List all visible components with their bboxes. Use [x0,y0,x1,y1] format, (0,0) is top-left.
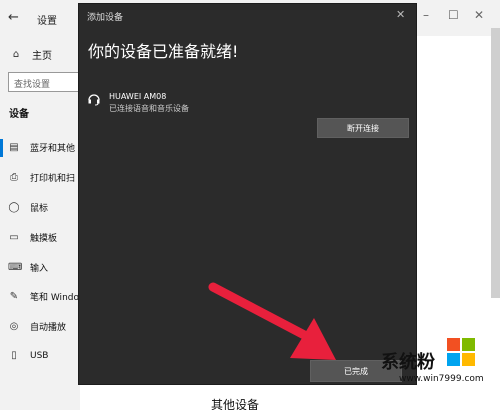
sidebar-item-bluetooth[interactable]: ▤ 蓝牙和其他 [8,141,76,155]
sidebar-item-typing[interactable]: ⌨ 输入 [8,261,49,275]
dialog-title: 添加设备 [87,13,124,23]
home-icon: ⌂ [12,48,20,60]
sidebar-item-label: 鼠标 [30,204,49,214]
disconnect-label: 断开连接 [347,123,379,133]
bluetooth-icon: ▤ [9,141,19,153]
sidebar-item-label: 触摸板 [30,234,58,244]
home-nav-item[interactable]: ⌂ 主页 [10,47,52,63]
printer-icon: ⎙ [10,171,18,183]
sidebar-item-label: 输入 [30,264,49,274]
back-arrow-icon[interactable]: ← [8,10,19,25]
sidebar-item-label: 蓝牙和其他 [30,144,76,154]
watermark-url: www.win7999.com [399,374,484,384]
disconnect-button[interactable]: 断开连接 [317,118,409,138]
pen-icon: ✎ [9,290,19,302]
other-devices-heading: 其他设备 [211,398,260,410]
sidebar-item-mouse[interactable]: ◯ 鼠标 [8,201,49,215]
done-label: 已完成 [344,366,368,376]
maximize-icon[interactable]: ☐ [448,8,459,22]
autoplay-icon: ◎ [9,320,19,332]
usb-icon: ▯ [11,350,17,361]
dialog-heading: 你的设备已准备就绪! [88,42,239,61]
home-label: 主页 [32,51,52,62]
windows-logo-icon [447,338,475,366]
sidebar-item-usb[interactable]: ▯ USB [8,350,48,362]
sidebar-item-label: 自动播放 [30,323,67,333]
touchpad-icon: ▭ [9,231,19,243]
sidebar-item-printers[interactable]: ⎙ 打印机和扫 [8,171,76,185]
dialog-titlebar: 添加设备 ✕ [79,4,418,26]
add-device-dialog: 添加设备 ✕ 你的设备已准备就绪! HUAWEI AM08 已连接语音和音乐设备… [78,3,417,385]
sidebar-item-label: USB [30,351,49,361]
sidebar-item-autoplay[interactable]: ◎ 自动播放 [8,320,67,334]
keyboard-icon: ⌨ [8,261,23,273]
sidebar-item-label: 打印机和扫 [30,174,76,184]
scrollbar-track[interactable] [491,28,500,298]
sidebar-item-pen[interactable]: ✎ 笔和 Windo [8,290,79,304]
section-title: 设备 [9,109,29,120]
headset-icon [88,94,100,106]
screen: ← 设置 – ☐ ✕ ⌂ 主页 查找设置 设备 ▤ 蓝牙和其他 ⎙ 打印机和扫 … [0,0,500,410]
close-icon[interactable]: ✕ [396,8,405,21]
search-placeholder: 查找设置 [14,80,51,90]
sidebar-item-label: 笔和 Windo [30,293,79,303]
watermark-text: 系统粉 [381,352,435,373]
minimize-icon[interactable]: – [423,8,429,22]
active-indicator [0,139,3,157]
settings-window-title: 设置 [37,16,57,27]
sidebar-item-touchpad[interactable]: ▭ 触摸板 [8,231,58,245]
device-status: 已连接语音和音乐设备 [109,104,189,113]
device-name: HUAWEI AM08 [109,92,167,101]
window-close-icon[interactable]: ✕ [474,8,484,22]
mouse-icon: ◯ [8,201,20,213]
